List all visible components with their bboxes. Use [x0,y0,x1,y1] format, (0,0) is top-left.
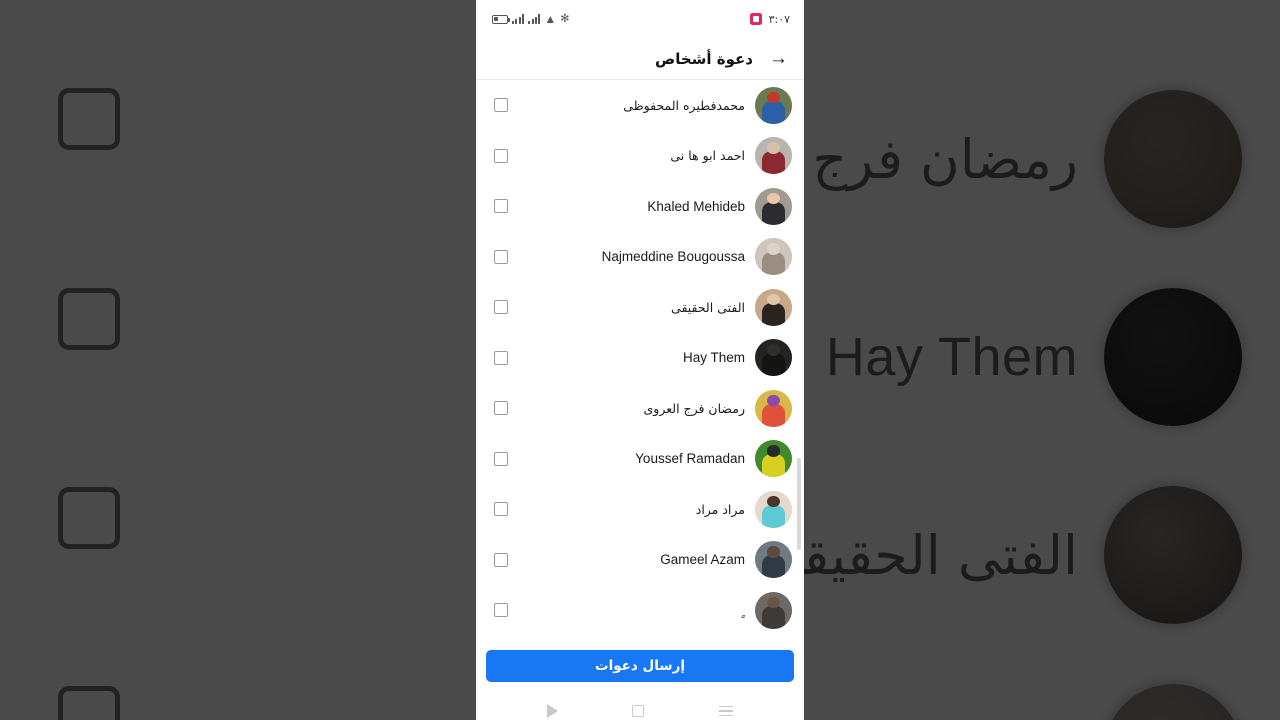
cta-container: إرسال دعوات [476,642,804,692]
avatar [755,187,792,225]
background-checkbox [58,487,120,549]
contact-checkbox[interactable] [494,300,508,315]
contact-checkbox[interactable] [494,451,508,466]
background-checkbox [58,88,120,150]
background-contact-name: Hay Them [825,327,1078,387]
contact-name: Najmeddine Bougoussa [601,249,745,265]
contact-checkbox[interactable] [494,98,508,113]
send-invites-button[interactable]: إرسال دعوات [486,650,794,682]
contact-row[interactable]: Gameel Azam [476,534,804,585]
contact-name: مراد مراد [695,501,745,517]
contact-checkbox[interactable] [494,603,508,618]
contact-name: الفتى الحقيقى [671,299,745,315]
background-checkbox [58,686,120,720]
contact-name: محمدفطيره المحفوظى [623,97,745,113]
contact-checkbox[interactable] [494,350,508,365]
contact-checkbox[interactable] [494,249,508,264]
vertical-scrollbar[interactable] [797,458,801,550]
signal-bars-icon-2 [528,14,541,24]
avatar [755,288,792,326]
background-contact-name: الفتى الحقيقى [758,523,1078,587]
contact-name: Gameel Azam [660,552,745,568]
contact-row[interactable]: الفتى الحقيقى [476,282,804,333]
system-navigation-bar [476,692,804,720]
status-bar-clock: ٣:٠٧ [768,12,790,26]
background-avatar [1104,486,1242,624]
contact-name: احمد ابو ها نى [670,148,745,164]
avatar [755,86,792,124]
contact-row[interactable]: احمد ابو ها نى [476,130,804,181]
avatar [755,238,792,276]
avatar [755,137,792,175]
nav-back-icon[interactable] [547,704,559,718]
status-bar: ▲ ✻ ٣:٠٧ [476,0,804,38]
avatar [755,339,792,377]
avatar [755,591,792,629]
contact-row[interactable]: محمدفطيره المحفوظى [476,80,804,131]
back-arrow-icon[interactable]: → [769,49,788,68]
contact-checkbox[interactable] [494,502,508,517]
background-contact-row: Bougoussa [803,684,1242,720]
contact-row[interactable]: Najmeddine Bougoussa [476,231,804,282]
phone-screen: ▲ ✻ ٣:٠٧ → دعوة أشخاص محمدفطيره المحفوظى… [476,0,804,720]
avatar [755,389,792,427]
background-contact-row: Hay Them [826,288,1242,426]
app-bar: → دعوة أشخاص [476,38,804,80]
bluetooth-icon: ✻ [560,12,570,25]
avatar [755,440,792,478]
contact-name: Youssef Ramadan [635,451,745,467]
contact-checkbox[interactable] [494,401,508,416]
contact-row[interactable]: Hay Them [476,332,804,383]
contact-checkbox[interactable] [494,552,508,567]
background-contact-row: الفتى الحقيقى [758,486,1242,624]
battery-icon [492,14,510,24]
background-avatar [1104,90,1242,228]
contact-name: ٍ ٍ [741,602,745,618]
screen: رمضان فرج ال Hay Them الفتى الحقيقى Bougous… [0,0,1280,720]
contact-row[interactable]: Youssef Ramadan [476,433,804,484]
background-contact-row: رمضان فرج ال [741,90,1242,228]
contact-row[interactable]: Khaled Mehideb [476,181,804,232]
contact-row[interactable]: رمضان فرج العروى [476,383,804,434]
background-avatar [1104,684,1242,720]
background-avatar [1104,288,1242,426]
page-title: دعوة أشخاص [655,49,753,68]
avatar [755,541,792,579]
contact-name: Hay Them [682,350,745,366]
contact-name: رمضان فرج العروى [643,400,745,416]
contact-row[interactable]: ٍ ٍ [476,585,804,636]
contact-row[interactable]: مراد مراد [476,484,804,535]
nav-home-icon[interactable] [632,705,645,717]
background-checkbox [58,288,120,350]
contact-name: Khaled Mehideb [647,198,745,214]
contact-list[interactable]: محمدفطيره المحفوظى احمد ابو ها نى Khaled M… [476,80,804,642]
contact-checkbox[interactable] [494,199,508,214]
contact-checkbox[interactable] [494,148,508,163]
app-badge-icon [749,13,762,25]
signal-bars-icon-1 [512,14,525,24]
avatar [755,490,792,528]
nav-recents-icon[interactable] [718,705,733,717]
wifi-icon: ▲ [544,12,557,26]
